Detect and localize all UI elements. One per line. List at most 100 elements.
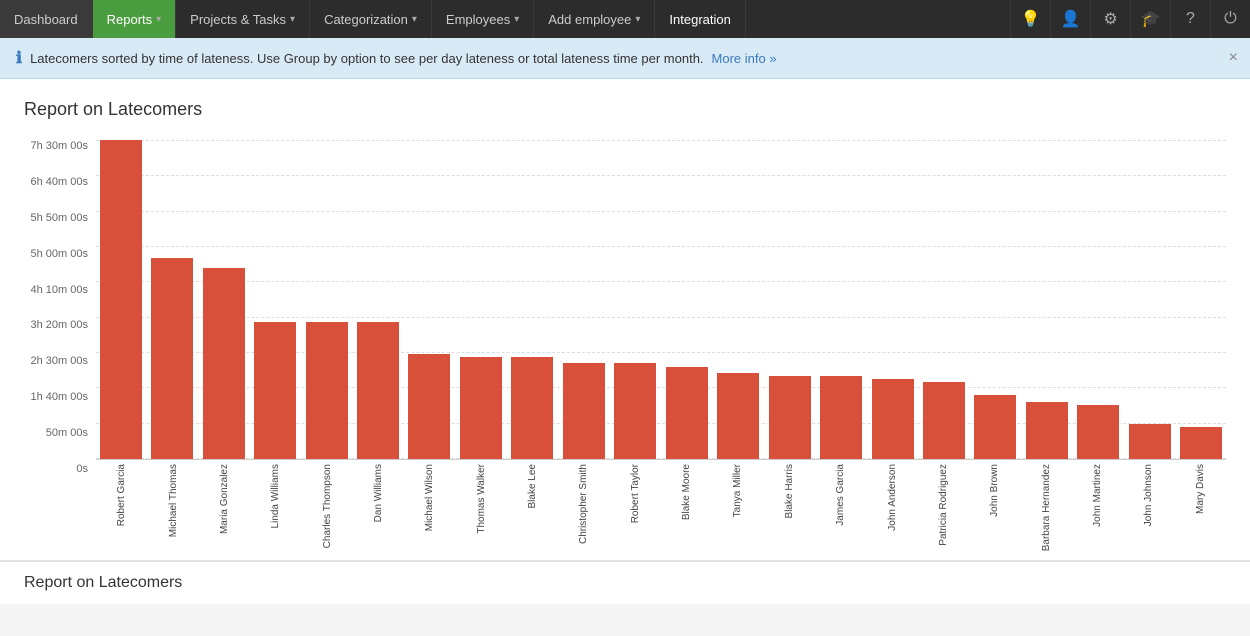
dashboard-label: Dashboard xyxy=(14,12,78,27)
bars-row xyxy=(96,140,1226,460)
y-axis-label: 1h 40m 00s xyxy=(31,391,88,403)
nav-reports[interactable]: Reports ▾ xyxy=(93,0,177,38)
x-label-wrapper: Charles Thompson xyxy=(301,464,352,548)
bar xyxy=(614,363,656,459)
close-banner-button[interactable]: × xyxy=(1229,49,1238,67)
bar-wrapper[interactable] xyxy=(147,140,196,459)
bar-wrapper[interactable] xyxy=(1177,140,1226,459)
x-label-wrapper: Maria Gonzalez xyxy=(199,464,250,534)
report-title: Report on Latecomers xyxy=(24,99,1226,120)
bar xyxy=(974,395,1016,459)
x-axis-label: Charles Thompson xyxy=(322,464,333,548)
logout-icon[interactable]: ⏻ xyxy=(1210,0,1250,38)
bar-wrapper[interactable] xyxy=(611,140,660,459)
bar xyxy=(923,382,965,459)
bottom-section: Report on Latecomers xyxy=(0,560,1250,604)
add-employee-label: Add employee xyxy=(548,12,631,27)
nav-add-employee[interactable]: Add employee ▾ xyxy=(534,0,655,38)
x-label-wrapper: Robert Taylor xyxy=(610,464,661,523)
x-axis-label: John Anderson xyxy=(887,464,898,531)
y-axis-label: 4h 10m 00s xyxy=(31,284,88,296)
bar-wrapper[interactable] xyxy=(353,140,402,459)
y-axis-label: 5h 50m 00s xyxy=(31,212,88,224)
x-label-wrapper: Patricia Rodriguez xyxy=(918,464,969,546)
bar-wrapper[interactable] xyxy=(1022,140,1071,459)
bar xyxy=(563,363,605,459)
more-info-link[interactable]: More info » xyxy=(712,51,777,66)
bar-wrapper[interactable] xyxy=(1125,140,1174,459)
x-axis-label: Michael Wilson xyxy=(424,464,435,531)
main-content: Report on Latecomers 7h 30m 00s 6h 40m 00… xyxy=(0,79,1250,560)
bar-wrapper[interactable] xyxy=(662,140,711,459)
bar-wrapper[interactable] xyxy=(199,140,248,459)
x-axis-label: Michael Thomas xyxy=(168,464,179,537)
bar xyxy=(1077,405,1119,459)
nav-projects[interactable]: Projects & Tasks ▾ xyxy=(176,0,310,38)
bar-wrapper[interactable] xyxy=(96,140,145,459)
user-icon[interactable]: 👤 xyxy=(1050,0,1090,38)
x-axis-label: Blake Moore xyxy=(681,464,692,520)
add-employee-chevron-icon: ▾ xyxy=(635,14,640,25)
settings-icon[interactable]: ⚙ xyxy=(1090,0,1130,38)
bar xyxy=(1129,424,1171,459)
bar xyxy=(151,258,193,459)
x-axis-label: Tanya Miller xyxy=(732,464,743,517)
x-label-wrapper: James Garcia xyxy=(815,464,866,526)
nav-integration[interactable]: Integration xyxy=(655,0,745,38)
x-label-wrapper: Blake Harris xyxy=(764,464,815,518)
graduation-icon[interactable]: 🎓 xyxy=(1130,0,1170,38)
x-axis-label: Dan Williams xyxy=(373,464,384,522)
bar-wrapper[interactable] xyxy=(868,140,917,459)
y-axis-label: 6h 40m 00s xyxy=(31,176,88,188)
nav-dashboard[interactable]: Dashboard xyxy=(0,0,93,38)
bar-wrapper[interactable] xyxy=(971,140,1020,459)
navbar: Dashboard Reports ▾ Projects & Tasks ▾ C… xyxy=(0,0,1250,38)
info-icon: ℹ xyxy=(16,48,22,68)
x-label-wrapper: John Anderson xyxy=(866,464,917,531)
x-axis-label: Blake Harris xyxy=(784,464,795,518)
x-axis-label: Robert Taylor xyxy=(630,464,641,523)
projects-chevron-icon: ▾ xyxy=(290,14,295,25)
x-axis-label: Maria Gonzalez xyxy=(219,464,230,534)
bar-wrapper[interactable] xyxy=(508,140,557,459)
bars xyxy=(96,140,1226,459)
nav-categorization[interactable]: Categorization ▾ xyxy=(310,0,432,38)
y-axis-label: 5h 00m 00s xyxy=(31,248,88,260)
chart-area: Robert GarciaMichael ThomasMaria Gonzale… xyxy=(96,140,1226,530)
x-label-wrapper: Christopher Smith xyxy=(558,464,609,544)
bar-wrapper[interactable] xyxy=(559,140,608,459)
x-label-wrapper: Michael Thomas xyxy=(147,464,198,537)
bar-wrapper[interactable] xyxy=(919,140,968,459)
categorization-label: Categorization xyxy=(324,12,408,27)
bar xyxy=(460,357,502,459)
lightbulb-icon[interactable]: 💡 xyxy=(1010,0,1050,38)
y-axis-label: 50m 00s xyxy=(46,427,88,439)
bar-wrapper[interactable] xyxy=(250,140,299,459)
x-label-wrapper: Linda Williams xyxy=(250,464,301,528)
y-axis-label: 7h 30m 00s xyxy=(31,140,88,152)
bar-wrapper[interactable] xyxy=(405,140,454,459)
bar-wrapper[interactable] xyxy=(456,140,505,459)
reports-label: Reports xyxy=(107,12,153,27)
info-banner: ℹ Latecomers sorted by time of lateness.… xyxy=(0,38,1250,79)
projects-label: Projects & Tasks xyxy=(190,12,286,27)
x-axis-label: Barbara Hernandez xyxy=(1041,464,1052,551)
integration-label: Integration xyxy=(669,12,730,27)
bar-wrapper[interactable] xyxy=(816,140,865,459)
nav-employees[interactable]: Employees ▾ xyxy=(432,0,534,38)
bar-wrapper[interactable] xyxy=(765,140,814,459)
banner-text: Latecomers sorted by time of lateness. U… xyxy=(30,51,703,66)
bar-wrapper[interactable] xyxy=(302,140,351,459)
bar xyxy=(666,367,708,460)
bar xyxy=(408,354,450,459)
x-axis-label: Linda Williams xyxy=(270,464,281,528)
chart-container: 7h 30m 00s 6h 40m 00s 5h 50m 00s 5h 00m 00s… xyxy=(24,140,1226,540)
bar-wrapper[interactable] xyxy=(713,140,762,459)
help-icon[interactable]: ? xyxy=(1170,0,1210,38)
x-axis-label: Blake Lee xyxy=(527,464,538,508)
bar xyxy=(717,373,759,459)
bar xyxy=(1026,402,1068,459)
bar-wrapper[interactable] xyxy=(1074,140,1123,459)
y-axis-label: 0s xyxy=(76,463,88,475)
bar xyxy=(100,140,142,459)
